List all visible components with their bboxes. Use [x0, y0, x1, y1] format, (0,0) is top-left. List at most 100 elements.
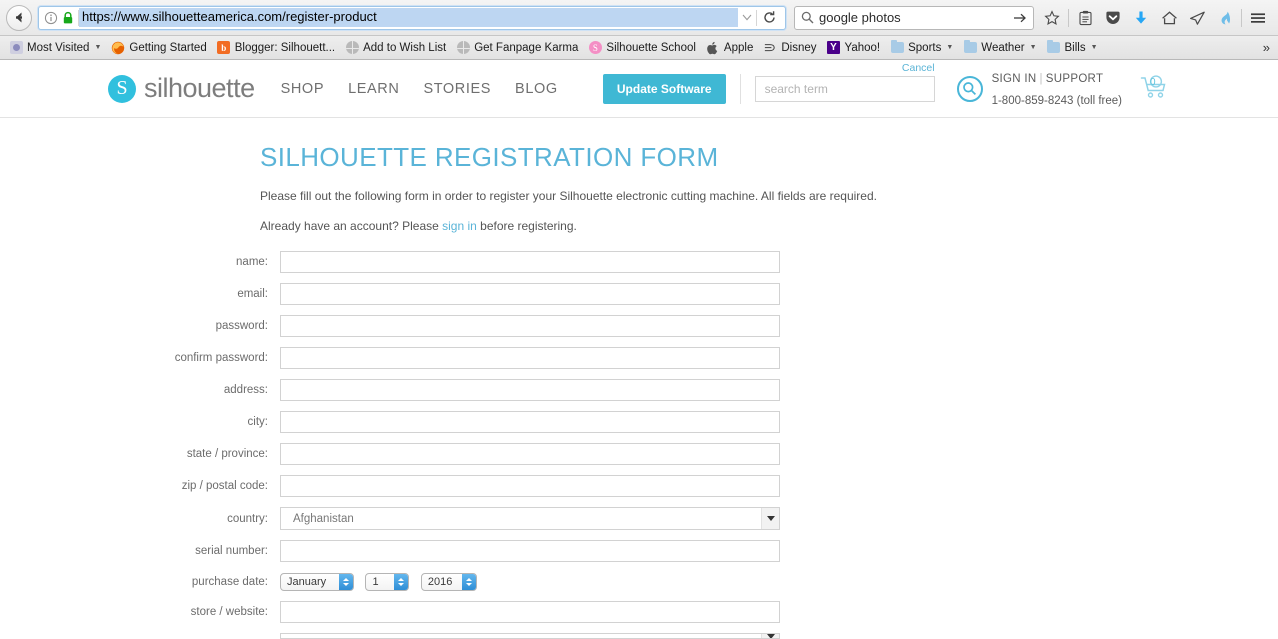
password-input[interactable]	[280, 315, 780, 337]
silhouette-school-icon: S	[588, 41, 602, 55]
bookmark-yahoo[interactable]: Y Yahoo!	[822, 39, 886, 57]
state-province-input[interactable]	[280, 443, 780, 465]
send-tab-icon[interactable]	[1183, 4, 1211, 32]
flame-icon[interactable]	[1211, 4, 1239, 32]
label-email: email:	[237, 288, 268, 300]
cart-button[interactable]: 0	[1140, 74, 1170, 104]
brand-name: silhouette	[144, 73, 255, 103]
folder-icon	[890, 40, 904, 55]
back-button[interactable]	[6, 4, 32, 31]
nav-item-stories[interactable]: STORIES	[423, 81, 491, 97]
stepper-icon[interactable]	[394, 574, 409, 590]
intro-2-after: before registering.	[476, 219, 577, 233]
serial-number-input[interactable]	[280, 540, 780, 562]
search-go-icon[interactable]	[1011, 12, 1029, 24]
site-search-input[interactable]: search term	[754, 75, 935, 102]
nav-item-blog[interactable]: BLOG	[515, 81, 558, 97]
browser-search-query[interactable]: google photos	[819, 10, 1011, 25]
chevron-down-icon: ▼	[1090, 44, 1098, 51]
purchase-year-select[interactable]: 2016	[420, 573, 477, 591]
city-input[interactable]	[280, 411, 780, 433]
bookmark-getting-started[interactable]: Getting Started	[106, 39, 211, 57]
nav-item-learn[interactable]: LEARN	[348, 81, 399, 97]
update-software-button[interactable]: Update Software	[602, 73, 726, 104]
stepper-icon[interactable]	[339, 574, 353, 590]
bookmark-folder-sports[interactable]: Sports ▼	[885, 39, 958, 57]
browser-chrome: https://www.silhouetteamerica.com/regist…	[0, 0, 1278, 60]
reload-button[interactable]	[757, 10, 781, 25]
menu-icon[interactable]	[1244, 4, 1272, 32]
bookmark-label: Yahoo!	[844, 41, 881, 54]
bookmark-label: Most Visited	[27, 41, 90, 54]
support-phone: 1-800-859-8243 (toll free)	[991, 94, 1122, 107]
toolbar-divider	[1068, 8, 1069, 27]
form-row-country: country: Afghanistan	[150, 507, 910, 530]
reader-list-icon[interactable]	[1071, 4, 1099, 32]
cart-count: 0	[1150, 76, 1156, 88]
bookmark-disney[interactable]: Disney	[758, 39, 821, 57]
bookmark-apple[interactable]: Apple	[701, 39, 758, 57]
label-purchase-date: purchase date:	[191, 575, 268, 588]
nav-item-shop[interactable]: SHOP	[281, 81, 325, 97]
email-input[interactable]	[280, 283, 780, 305]
chevron-down-icon: ▼	[1029, 44, 1037, 51]
account-pipe: |	[1039, 72, 1043, 85]
cancel-search-link[interactable]: Cancel	[902, 62, 935, 74]
label-zip-postal-code: zip / postal code:	[181, 480, 268, 492]
yahoo-icon: Y	[827, 41, 841, 55]
stepper-icon[interactable]	[461, 574, 476, 590]
site-header: S silhouette SHOP LEARN STORIES BLOG Upd…	[0, 60, 1278, 118]
back-arrow-icon	[15, 12, 22, 23]
bookmark-get-fanpage-karma[interactable]: Get Fanpage Karma	[451, 39, 583, 57]
pocket-icon[interactable]	[1099, 4, 1127, 32]
store-website-input[interactable]	[280, 601, 780, 623]
bookmark-silhouette-school[interactable]: S Silhouette School	[583, 39, 701, 57]
bookmark-folder-bills[interactable]: Bills ▼	[1042, 39, 1103, 57]
bookmark-folder-weather[interactable]: Weather ▼	[958, 39, 1041, 57]
confirm-password-input[interactable]	[280, 347, 780, 369]
bookmark-star-icon[interactable]	[1038, 4, 1066, 32]
downloads-icon[interactable]	[1127, 4, 1155, 32]
site-header-right: Update Software Cancel search term SIGN …	[602, 62, 1170, 110]
chevron-down-icon	[761, 634, 779, 638]
bookmarks-overflow-button[interactable]: »	[1263, 40, 1274, 55]
header-divider	[739, 73, 741, 104]
form-row-state: state / province:	[150, 443, 910, 465]
globe-icon	[456, 41, 470, 55]
bookmark-add-to-wish-list[interactable]: Add to Wish List	[340, 39, 451, 57]
sign-in-link-inline[interactable]: sign in	[442, 219, 477, 233]
label-password: password:	[215, 320, 268, 332]
form-row-partial-below-fold	[150, 633, 910, 639]
chevron-down-icon: ▼	[946, 44, 954, 51]
name-input[interactable]	[280, 251, 780, 273]
padlock-icon[interactable]	[62, 11, 74, 25]
form-row-zip: zip / postal code:	[150, 475, 910, 497]
site-info-icon[interactable]	[44, 11, 58, 25]
url-history-dropdown-icon[interactable]	[738, 14, 756, 21]
label-serial-number: serial number:	[195, 545, 268, 557]
country-select[interactable]: Afghanistan	[280, 507, 780, 530]
bookmark-label: Silhouette School	[606, 41, 696, 54]
sign-in-link[interactable]: SIGN IN	[992, 73, 1037, 85]
account-line-1: SIGN IN | SUPPORT	[992, 73, 1104, 85]
search-icon[interactable]	[956, 75, 983, 102]
address-input[interactable]	[280, 379, 780, 401]
form-row-email: email:	[150, 283, 910, 305]
browser-search-bar[interactable]: google photos	[794, 5, 1034, 30]
bookmark-blogger[interactable]: b Blogger: Silhouett...	[212, 39, 340, 57]
intro-text-1: Please fill out the following form in or…	[260, 189, 877, 203]
purchase-day-select[interactable]: 1	[365, 573, 410, 591]
firefox-icon	[111, 41, 125, 55]
purchase-month-select[interactable]: January	[280, 573, 354, 591]
bookmark-label: Getting Started	[129, 41, 207, 54]
site-logo[interactable]: S silhouette	[108, 73, 255, 104]
home-icon[interactable]	[1155, 4, 1183, 32]
support-link[interactable]: SUPPORT	[1046, 73, 1103, 85]
url-bar[interactable]: https://www.silhouetteamerica.com/regist…	[38, 5, 786, 30]
folder-icon	[963, 40, 977, 55]
partial-select-below-fold[interactable]	[280, 633, 780, 639]
bookmark-most-visited[interactable]: Most Visited ▼	[4, 39, 106, 57]
site-search-placeholder: search term	[764, 81, 828, 96]
zip-postal-code-input[interactable]	[280, 475, 780, 497]
url-text[interactable]: https://www.silhouetteamerica.com/regist…	[79, 8, 738, 27]
